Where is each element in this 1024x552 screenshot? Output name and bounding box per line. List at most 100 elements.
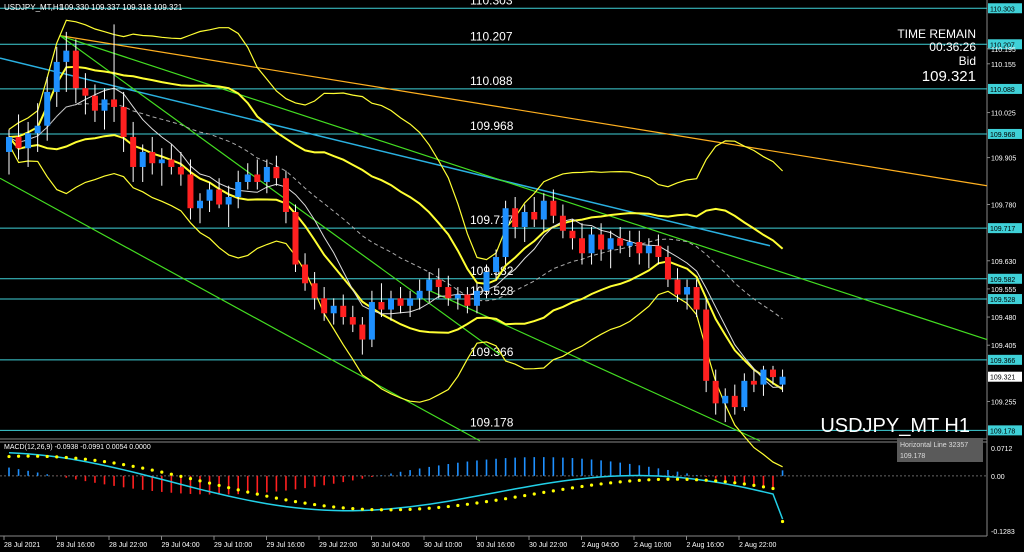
macd-signal-dot-14 — [141, 466, 145, 470]
macd-signal-dot-5 — [55, 455, 59, 459]
candle-body-4 — [44, 91, 51, 126]
candle-body-36 — [349, 317, 356, 325]
candle-body-40 — [388, 298, 394, 310]
candle-body-28 — [273, 166, 280, 179]
hline-label-8: 109.178 — [470, 415, 514, 429]
macd-signal-dot-30 — [293, 500, 298, 504]
macd-signal-dot-8 — [83, 457, 87, 461]
macd-signal-dot-53 — [513, 495, 517, 499]
hline-axis-label-2: 110.088 — [990, 87, 1015, 94]
macd-signal-dot-20 — [198, 479, 202, 483]
macd-signal-dot-3 — [36, 454, 40, 458]
candle-body-16 — [158, 159, 165, 164]
candle-body-21 — [206, 189, 213, 201]
candle-body-26 — [254, 174, 261, 182]
candle-body-27 — [263, 166, 270, 182]
tooltip-line-name: Horizontal Line 32357 — [900, 442, 968, 449]
candle-body-59 — [569, 230, 576, 239]
candle-body-79 — [760, 369, 767, 385]
macd-signal-dot-1 — [16, 454, 21, 458]
candle-body-74 — [712, 380, 719, 404]
candle-body-57 — [550, 200, 557, 216]
macd-signal-dot-45 — [437, 505, 441, 510]
macd-signal-dot-32 — [313, 502, 317, 507]
macd-signal-dot-44 — [427, 506, 431, 510]
macd-tick-zero: 0.00 — [991, 474, 1005, 481]
candle-body-5 — [53, 61, 60, 92]
candle-body-35 — [340, 305, 347, 318]
candle-body-58 — [559, 215, 566, 231]
macd-signal-dot-7 — [74, 456, 78, 460]
candle-body-18 — [177, 166, 184, 175]
candle-body-80 — [770, 369, 776, 378]
macd-signal-dot-21 — [207, 481, 212, 485]
price-chart[interactable]: 110.303110.303110.207110.207110.088110.0… — [0, 0, 1024, 552]
macd-signal-dot-47 — [456, 503, 460, 508]
candle-body-50 — [483, 272, 490, 291]
candle-body-81 — [779, 376, 786, 385]
time-tick-label-13: 2 Aug 16:00 — [687, 542, 724, 549]
macd-signal-dot-18 — [179, 474, 183, 479]
macd-signal-dot-16 — [160, 470, 164, 474]
candle-body-60 — [579, 238, 585, 254]
candle-body-45 — [435, 279, 442, 288]
price-tick-label-5: 109.630 — [991, 259, 1016, 266]
candle-body-47 — [454, 294, 461, 299]
macd-signal-dot-39 — [379, 508, 384, 512]
candle-body-9 — [91, 95, 98, 111]
macd-signal-dot-46 — [446, 504, 450, 509]
candle-body-62 — [598, 234, 605, 250]
macd-signal-dot-63 — [609, 481, 613, 485]
macd-signal-dot-24 — [236, 488, 240, 492]
candle-body-43 — [416, 290, 423, 299]
macd-signal-dot-38 — [370, 507, 374, 512]
macd-signal-dot-0 — [7, 454, 11, 459]
candle-body-54 — [521, 211, 528, 228]
candle-body-70 — [674, 279, 681, 295]
macd-signal-dot-54 — [523, 493, 527, 498]
candle-body-13 — [130, 136, 137, 167]
candle-body-17 — [168, 159, 175, 167]
current-price-label: 109.321 — [990, 375, 1015, 382]
time-tick-label-6: 29 Jul 22:00 — [319, 542, 357, 549]
macd-signal-dot-50 — [484, 500, 489, 504]
hline-axis-label-0: 110.303 — [990, 6, 1015, 13]
price-tick-label-9: 109.255 — [991, 399, 1016, 406]
price-tick-label-0: 110.195 — [991, 47, 1016, 54]
macd-signal-dot-75 — [723, 480, 727, 484]
macd-signal-dot-36 — [351, 506, 355, 511]
candle-body-53 — [512, 208, 519, 228]
macd-signal-dot-43 — [418, 507, 422, 511]
time-tick-label-4: 29 Jul 10:00 — [214, 542, 252, 549]
time-tick-label-0: 28 Jul 2021 — [4, 542, 40, 549]
macd-signal-dot-42 — [408, 507, 412, 511]
hline-label-7: 109.366 — [470, 345, 514, 359]
macd-signal-dot-68 — [656, 477, 661, 482]
candle-body-69 — [664, 257, 671, 280]
candle-body-77 — [741, 380, 748, 408]
macd-signal-dot-34 — [332, 505, 336, 509]
macd-signal-dot-81 — [780, 519, 785, 524]
price-tick-label-3: 109.905 — [991, 156, 1016, 163]
bid-label: Bid — [959, 54, 976, 68]
macd-signal-dot-76 — [733, 481, 737, 485]
time-tick-label-5: 29 Jul 16:00 — [267, 542, 305, 549]
macd-signal-dot-51 — [494, 498, 498, 502]
time-tick-label-9: 30 Jul 16:00 — [477, 542, 515, 549]
time-tick-label-11: 2 Aug 04:00 — [582, 542, 619, 549]
candle-body-24 — [235, 181, 242, 197]
macd-signal-dot-27 — [265, 494, 269, 498]
macd-signal-dot-65 — [628, 479, 632, 483]
macd-signal-dot-40 — [389, 508, 393, 512]
macd-signal-dot-4 — [45, 454, 49, 459]
macd-signal-dot-26 — [255, 492, 259, 496]
candle-body-68 — [655, 245, 662, 258]
macd-signal-dot-80 — [771, 486, 775, 491]
macd-signal-dot-6 — [64, 455, 68, 460]
macd-signal-dot-31 — [303, 501, 307, 505]
candle-body-38 — [368, 302, 375, 340]
macd-signal-dot-35 — [341, 506, 345, 510]
macd-signal-dot-12 — [122, 463, 126, 467]
candle-body-0 — [6, 136, 12, 152]
candle-body-14 — [139, 151, 146, 167]
